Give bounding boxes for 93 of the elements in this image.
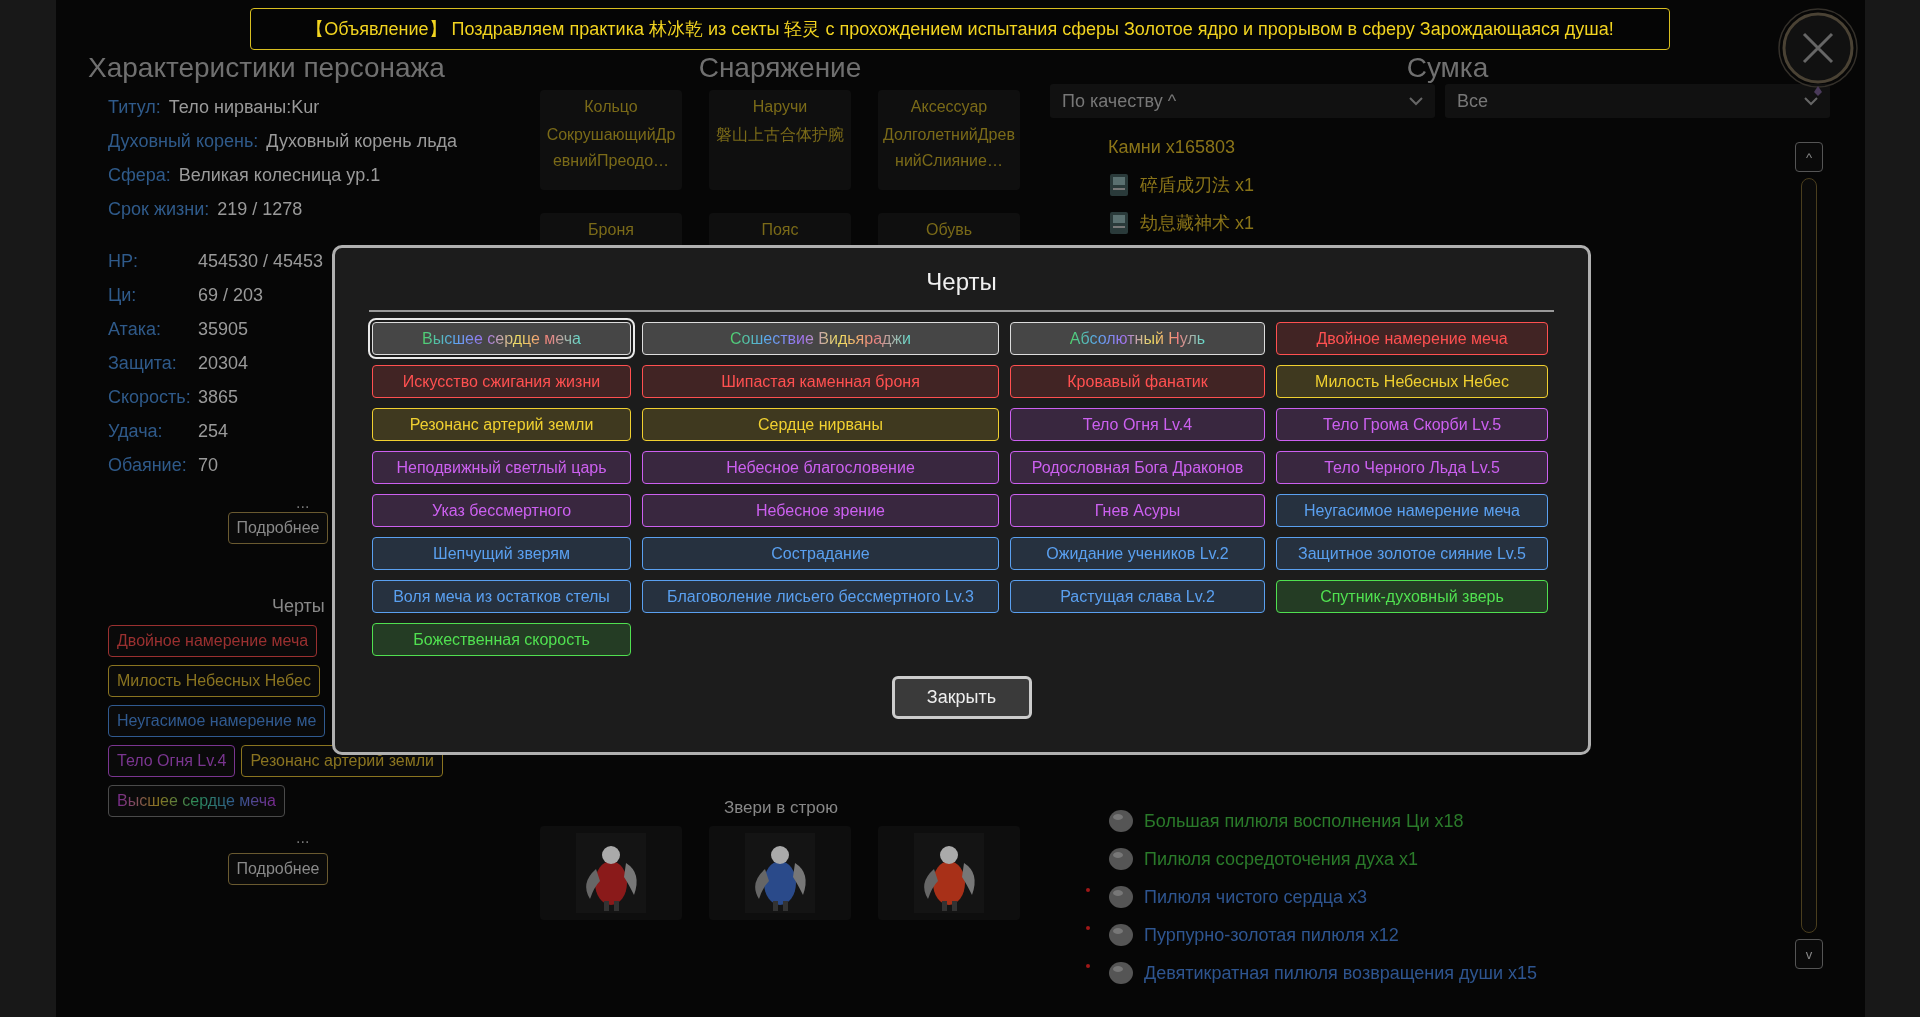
trait-button[interactable]: Шепчущий зверям xyxy=(372,537,631,570)
trait-button[interactable]: Сошествие Видьяраджи xyxy=(642,322,999,355)
details-button[interactable]: Подробнее xyxy=(228,512,328,544)
stat-value: 3865 xyxy=(198,386,239,408)
dialog-title: Черты xyxy=(926,267,997,297)
book-icon xyxy=(1108,173,1130,197)
trait-tag: Двойное намерение меча xyxy=(108,625,318,657)
equipment-slot[interactable]: Кольцо СокрушающийДревнийПреодо… xyxy=(540,90,682,190)
scroll-down-button[interactable]: v xyxy=(1795,939,1823,969)
trait-button[interactable]: Сердце нирваны xyxy=(642,408,999,441)
trait-button[interactable]: Родословная Бога Драконов xyxy=(1010,451,1265,484)
chevron-down-icon xyxy=(1804,96,1818,106)
stat-value: 454530 / 45453 xyxy=(198,250,324,272)
stat-label: HP: xyxy=(108,250,139,272)
stat-value: 69 / 203 xyxy=(198,284,264,306)
stat-label: Обаяние: xyxy=(108,454,188,476)
trait-button[interactable]: Тело Огня Lv.4 xyxy=(1010,408,1265,441)
trait-button[interactable]: Неугасимое намерение меча xyxy=(1276,494,1548,527)
pill-icon xyxy=(1108,885,1134,909)
stat-label: Удача: xyxy=(108,420,164,442)
trait-button[interactable]: Абсолютный Нуль xyxy=(1010,322,1265,355)
pill-icon xyxy=(1108,923,1134,947)
trait-button[interactable]: Шипастая каменная броня xyxy=(642,365,999,398)
trait-button[interactable]: Кровавый фанатик xyxy=(1010,365,1265,398)
field-label: Титул: xyxy=(108,96,161,118)
pill-icon xyxy=(1108,847,1134,871)
equipment-slot[interactable]: Наручи 磐山上古合体护腕 xyxy=(709,90,851,190)
item-name[interactable]: 劫息藏神术 x1 xyxy=(1140,211,1254,235)
trait-button[interactable]: Гнев Асуры xyxy=(1010,494,1265,527)
trait-button[interactable]: Сострадание xyxy=(642,537,999,570)
trait-button[interactable]: Небесное благословение xyxy=(642,451,999,484)
trait-button[interactable]: Спутник-духовный зверь xyxy=(1276,580,1548,613)
item-name[interactable]: Большая пилюля восполнения Ци x18 xyxy=(1144,810,1464,832)
chevron-down-icon xyxy=(1409,96,1423,106)
trait-tag: Милость Небесных Небес xyxy=(108,665,320,697)
filter-dropdown[interactable]: Все xyxy=(1445,84,1830,118)
field-value: Тело нирваны:Kur xyxy=(168,96,320,118)
trait-button[interactable]: Указ бессмертного xyxy=(372,494,631,527)
trait-button[interactable]: Двойное намерение меча xyxy=(1276,322,1548,355)
trait-tag: Высшее сердце меча xyxy=(108,785,285,817)
details-button[interactable]: Подробнее xyxy=(228,853,328,885)
item-name[interactable]: Пилюля сосредоточения духа x1 xyxy=(1144,848,1418,870)
stat-label: Атака: xyxy=(108,318,162,340)
beasts-heading: Звери в строю xyxy=(724,798,838,818)
stat-value: 35905 xyxy=(198,318,249,340)
trait-button[interactable]: Воля меча из остатков стелы xyxy=(372,580,631,613)
sort-dropdown[interactable]: По качеству ^ xyxy=(1050,84,1435,118)
trait-button[interactable]: Растущая слава Lv.2 xyxy=(1010,580,1265,613)
equipment-slot[interactable]: Аксессуар ДолголетнийДревнийСлияние… xyxy=(878,90,1020,190)
traits-heading: Черты xyxy=(272,596,325,617)
item-name[interactable]: Пилюля чистого сердца x3 xyxy=(1144,886,1367,908)
trait-button[interactable]: Неподвижный светлый царь xyxy=(372,451,631,484)
item-name[interactable]: Девятикратная пилюля возвращения души x15 xyxy=(1144,962,1538,984)
field-value: 219 / 1278 xyxy=(217,198,303,220)
announcement-banner: 【Объявление】 Поздравляем практика 林冰乾 из секты 轻灵 с прохождением испытания сферы Золотое ядро и прорывом в сферу Зарождающаяся душа! xyxy=(250,8,1670,50)
pill-icon xyxy=(1108,809,1134,833)
close-icon[interactable] xyxy=(1776,6,1860,96)
section-title: Снаряжение xyxy=(697,52,863,84)
section-title: Характеристики персонажа xyxy=(87,52,446,84)
book-icon xyxy=(1108,211,1130,235)
trait-button[interactable]: Искусство сжигания жизни xyxy=(372,365,631,398)
trait-button[interactable]: Защитное золотое сияние Lv.5 xyxy=(1276,537,1548,570)
scroll-up-button[interactable]: ^ xyxy=(1795,142,1823,172)
stat-value: 254 xyxy=(198,420,229,442)
stat-label: Скорость: xyxy=(108,386,190,408)
trait-button[interactable]: Небесное зрение xyxy=(642,494,999,527)
ellipsis-text: ... xyxy=(296,494,310,512)
field-value: Великая колесница ур.1 xyxy=(178,164,381,186)
item-name[interactable]: Пурпурно-золотая пилюля x12 xyxy=(1144,924,1399,946)
field-value: Духовный корень льда xyxy=(266,130,458,152)
trait-tag: Неугасимое намерение ме xyxy=(108,705,326,737)
trait-button[interactable]: Тело Грома Скорби Lv.5 xyxy=(1276,408,1548,441)
trait-button[interactable]: Милость Небесных Небес xyxy=(1276,365,1548,398)
trait-button[interactable]: Благоволение лисьего бессмертного Lv.3 xyxy=(642,580,999,613)
close-button[interactable]: Закрыть xyxy=(891,676,1032,719)
stat-label: Защита: xyxy=(108,352,178,374)
item-name[interactable]: 碎盾成刃法 x1 xyxy=(1140,173,1254,197)
trait-button[interactable]: Тело Черного Льда Lv.5 xyxy=(1276,451,1548,484)
stat-value: 70 xyxy=(198,454,219,476)
stat-value: 20304 xyxy=(198,352,249,374)
field-label: Сфера: xyxy=(108,164,171,186)
trait-button[interactable]: Божественная скорость xyxy=(372,623,631,656)
section-title: Сумка xyxy=(1405,52,1490,84)
field-label: Срок жизни: xyxy=(108,198,210,220)
trait-button[interactable]: Ожидание учеников Lv.2 xyxy=(1010,537,1265,570)
trait-button[interactable]: Резонанс артерий земли xyxy=(372,408,631,441)
trait-tag: Тело Огня Lv.4 xyxy=(108,745,236,777)
pill-icon xyxy=(1108,961,1134,985)
stat-label: Ци: xyxy=(108,284,138,306)
item-name[interactable]: Камни x165803 xyxy=(1108,136,1235,158)
field-label: Духовный корень: xyxy=(108,130,259,152)
scrollbar[interactable] xyxy=(1801,178,1817,933)
ellipsis-text: ... xyxy=(296,829,310,847)
